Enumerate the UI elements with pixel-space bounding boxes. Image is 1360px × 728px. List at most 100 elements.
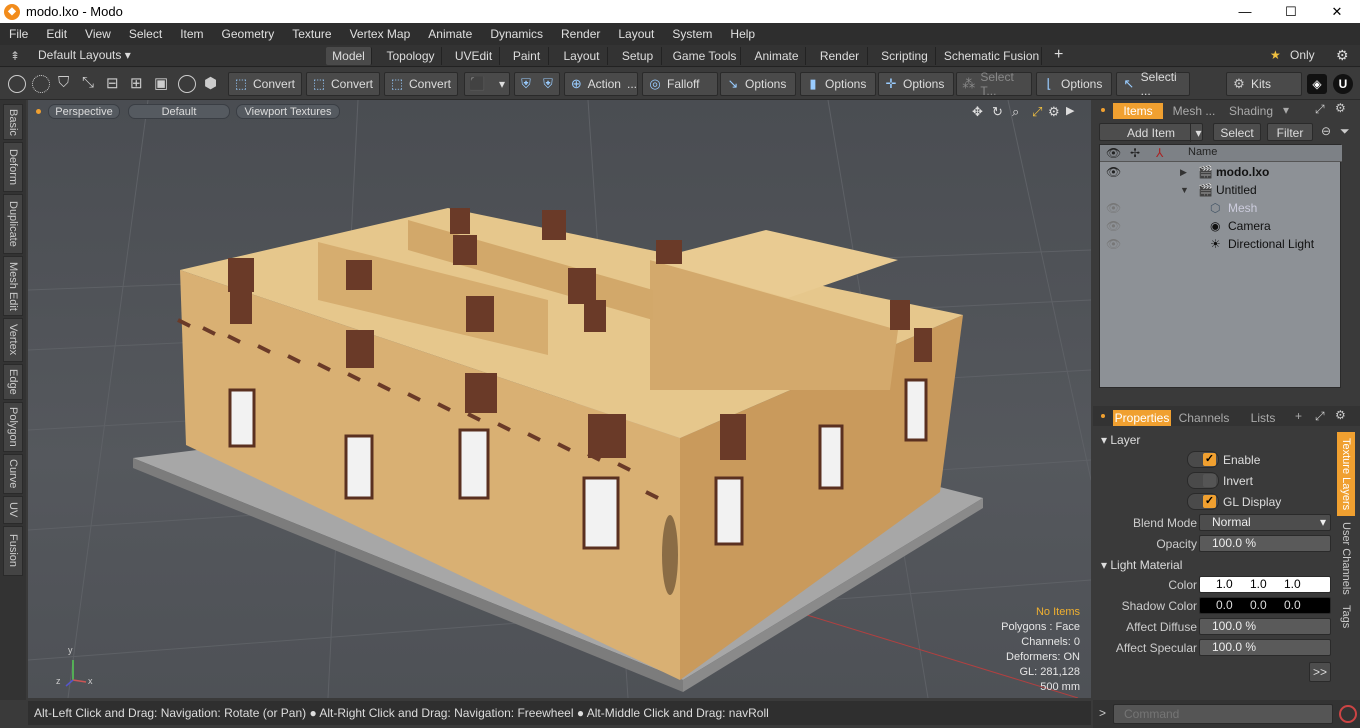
blend-mode-select[interactable]: Normal ▾ — [1199, 514, 1331, 531]
options-button-2[interactable]: ▮ Options — [800, 72, 876, 96]
options-button-4[interactable]: ⌊ Options — [1036, 72, 1112, 96]
collapse-icon[interactable]: ⊖ — [1321, 124, 1331, 138]
mesh-icon[interactable]: ⬢ — [204, 74, 217, 92]
color-field[interactable]: 1.0 1.0 1.0 — [1199, 576, 1331, 593]
opacity-field[interactable]: 100.0 % — [1199, 535, 1331, 552]
select-items-icon[interactable]: ⤡ — [82, 74, 94, 91]
vtab-basic[interactable]: Basic — [3, 104, 23, 140]
affect-diffuse-field[interactable]: 100.0 % — [1199, 618, 1331, 635]
props-expand-icon[interactable]: ⤢ — [1315, 409, 1325, 424]
menu-render[interactable]: Render — [552, 27, 609, 41]
tab-lists[interactable]: Lists — [1241, 410, 1285, 426]
convert-button-3[interactable]: ⬚ Convert — [384, 72, 458, 96]
props-gear-icon[interactable]: ⚙ — [1335, 408, 1346, 422]
tree-row-modo[interactable]: 👁 ▶ 🎬 modo.lxo — [1100, 163, 1342, 181]
visibility-eye-icon[interactable]: 👁 — [1106, 217, 1121, 235]
funnel-icon[interactable]: ⏷ — [1340, 124, 1350, 139]
invert-checkbox[interactable] — [1187, 472, 1219, 489]
vtab-polygon[interactable]: Polygon — [3, 402, 23, 452]
tab-setup[interactable]: Setup — [614, 47, 662, 65]
layer-section-header[interactable]: ▾ Layer — [1101, 433, 1140, 447]
affect-specular-field[interactable]: 100.0 % — [1199, 639, 1331, 656]
add-tab-button[interactable]: + — [1054, 46, 1063, 64]
visibility-eye-icon[interactable]: 👁 — [1106, 199, 1121, 217]
tab-scripting[interactable]: Scripting — [874, 47, 936, 65]
select-button[interactable]: Select — [1213, 123, 1261, 141]
tab-schematic-fusion[interactable]: Schematic Fusion — [942, 47, 1042, 65]
menu-layout[interactable]: Layout — [609, 27, 663, 41]
panel-gear-icon[interactable]: ⚙ — [1335, 101, 1346, 115]
tab-shading[interactable]: Shading — [1227, 103, 1275, 119]
tab-game-tools[interactable]: Game Tools — [669, 47, 741, 65]
tab-dropdown-icon[interactable]: ▾ — [1283, 103, 1289, 117]
maximize-viewport-icon[interactable]: ⤢ — [1032, 104, 1042, 120]
viewport-dot-icon[interactable] — [36, 109, 41, 114]
item-list[interactable]: 👁 ✢ ⅄ Name 👁 ▶ 🎬 modo.lxo ▼ 🎬 Untitled 👁… — [1099, 144, 1342, 388]
action-center-button[interactable]: ⊕ Action... — [564, 72, 638, 96]
viewport-gear-icon[interactable]: ⚙ — [1048, 104, 1060, 120]
perspective-button[interactable]: Perspective — [48, 104, 120, 119]
close-button[interactable]: ✕ — [1314, 0, 1360, 23]
tab-paint[interactable]: Paint — [505, 47, 549, 65]
viewport-menu-arrow-icon[interactable]: ▶ — [1066, 104, 1074, 117]
vtab-duplicate[interactable]: Duplicate — [3, 194, 23, 254]
convert-button-1[interactable]: ⬚ Convert — [228, 72, 302, 96]
unity-icon[interactable]: ◈ — [1307, 74, 1327, 94]
zoom-icon[interactable]: ⌕ — [1012, 104, 1019, 120]
vtab-deform[interactable]: Deform — [3, 142, 23, 192]
vtab-vertex[interactable]: Vertex — [3, 318, 23, 362]
options-button-3[interactable]: ✛ Options — [878, 72, 954, 96]
tab-model[interactable]: Model — [326, 47, 372, 65]
select-polygons-icon[interactable]: ⛉ — [58, 74, 69, 91]
falloff-button[interactable]: ◎ Falloff — [642, 72, 718, 96]
tab-properties[interactable]: Properties — [1113, 410, 1171, 426]
convert-button-2[interactable]: ⬚ Convert — [306, 72, 380, 96]
menu-system[interactable]: System — [663, 27, 721, 41]
tab-mesh[interactable]: Mesh ... — [1167, 103, 1221, 119]
vtab-mesh-edit[interactable]: Mesh Edit — [3, 256, 23, 316]
gl-display-checkbox[interactable]: ✓ — [1187, 493, 1219, 510]
viewport-textures-button[interactable]: Viewport Textures — [236, 104, 340, 119]
tree-row-untitled[interactable]: ▼ 🎬 Untitled — [1100, 181, 1342, 199]
vtab-fusion[interactable]: Fusion — [3, 526, 23, 576]
vtab-texture-layers[interactable]: Texture Layers — [1337, 432, 1355, 516]
shadow-color-field[interactable]: 0.0 0.0 0.0 — [1199, 597, 1331, 614]
filter-button[interactable]: Filter — [1267, 123, 1313, 141]
menu-animate[interactable]: Animate — [419, 27, 481, 41]
menu-dynamics[interactable]: Dynamics — [481, 27, 552, 41]
tab-uvedit[interactable]: UVEdit — [448, 47, 500, 65]
symmetry-button[interactable]: ⛨ ⛨ — [514, 72, 560, 96]
tree-row-camera[interactable]: 👁 ◉ Camera — [1100, 217, 1342, 235]
enable-checkbox[interactable]: ✓ — [1187, 451, 1219, 468]
select-center-icon[interactable]: ▣ — [154, 74, 168, 92]
select-pivot-icon[interactable]: ⊞ — [130, 74, 143, 92]
menu-geometry[interactable]: Geometry — [213, 27, 284, 41]
menu-help[interactable]: Help — [721, 27, 764, 41]
tab-layout[interactable]: Layout — [556, 47, 608, 65]
layout-arrow-icon[interactable]: ⇞ — [10, 49, 20, 63]
add-item-button[interactable]: Add Item ▾ — [1099, 123, 1203, 142]
shading-default-button[interactable]: Default — [128, 104, 230, 119]
unreal-icon[interactable]: U — [1333, 74, 1353, 94]
light-material-section-header[interactable]: ▾ Light Material — [1101, 558, 1182, 572]
tab-topology[interactable]: Topology — [380, 47, 442, 65]
expand-arrow-icon[interactable]: ▶ — [1180, 163, 1187, 181]
vtab-tags[interactable]: Tags — [1337, 600, 1355, 634]
pan-icon[interactable]: ✥ — [972, 104, 983, 120]
only-toggle[interactable]: Only — [1290, 48, 1315, 62]
menu-file[interactable]: File — [0, 27, 37, 41]
menu-vertex-map[interactable]: Vertex Map — [341, 27, 420, 41]
visibility-eye-icon[interactable]: 👁 — [1106, 235, 1121, 253]
menu-texture[interactable]: Texture — [283, 27, 340, 41]
more-button[interactable]: >> — [1309, 662, 1331, 682]
selection-button[interactable]: ↖ Selecti ... — [1116, 70, 1190, 98]
add-tab-icon[interactable]: + — [1295, 409, 1302, 423]
collapse-arrow-icon[interactable]: ▼ — [1180, 181, 1189, 199]
command-input[interactable] — [1113, 704, 1333, 724]
select-vertices-icon[interactable] — [8, 75, 26, 93]
layout-select[interactable]: Default Layouts ▾ — [38, 48, 131, 62]
select-clip-icon[interactable] — [178, 75, 196, 93]
vtab-uv[interactable]: UV — [3, 496, 23, 524]
select-edges-icon[interactable] — [32, 75, 50, 93]
menu-edit[interactable]: Edit — [37, 27, 76, 41]
